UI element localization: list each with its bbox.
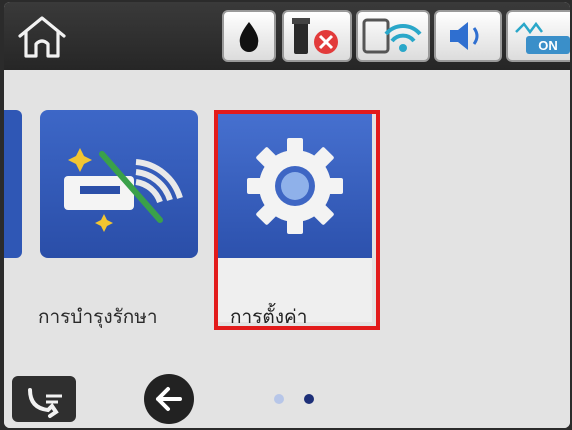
home-icon: [18, 16, 66, 58]
back-button[interactable]: [144, 374, 194, 424]
speaker-icon: [450, 22, 479, 50]
printer-screen: ON การบำรุงรักษา การตั้งค่า: [4, 2, 570, 428]
page-indicator-2: [304, 394, 314, 404]
ink-level-button[interactable]: [222, 10, 276, 62]
quiet-mode-icon: ON: [515, 21, 570, 54]
home-button[interactable]: [10, 10, 76, 62]
printer-error-icon: [292, 18, 338, 54]
page-indicator-1: [274, 394, 284, 404]
previous-tile-edge[interactable]: [4, 110, 22, 258]
maintenance-icon: [64, 148, 183, 232]
quiet-mode-badge: ON: [538, 38, 558, 53]
maintenance-label: การบำรุงรักษา: [38, 306, 158, 328]
selection-highlight: [214, 110, 380, 330]
network-status-button[interactable]: [356, 10, 430, 62]
settings-label: การตั้งค่า: [230, 306, 308, 328]
maintenance-tile[interactable]: [40, 110, 198, 258]
help-button[interactable]: [12, 376, 76, 422]
bottom-navigation: [4, 360, 570, 428]
printer-status-button[interactable]: [282, 10, 352, 62]
help-icon: [28, 388, 62, 418]
back-arrow-icon: [156, 387, 182, 411]
menu-area: การบำรุงรักษา การตั้งค่า: [4, 70, 570, 360]
wifi-direct-icon: [362, 18, 422, 54]
sound-button[interactable]: [434, 10, 502, 62]
status-bar: ON: [4, 2, 570, 70]
quiet-mode-button[interactable]: ON: [506, 10, 570, 62]
ink-drop-icon: [239, 22, 259, 52]
